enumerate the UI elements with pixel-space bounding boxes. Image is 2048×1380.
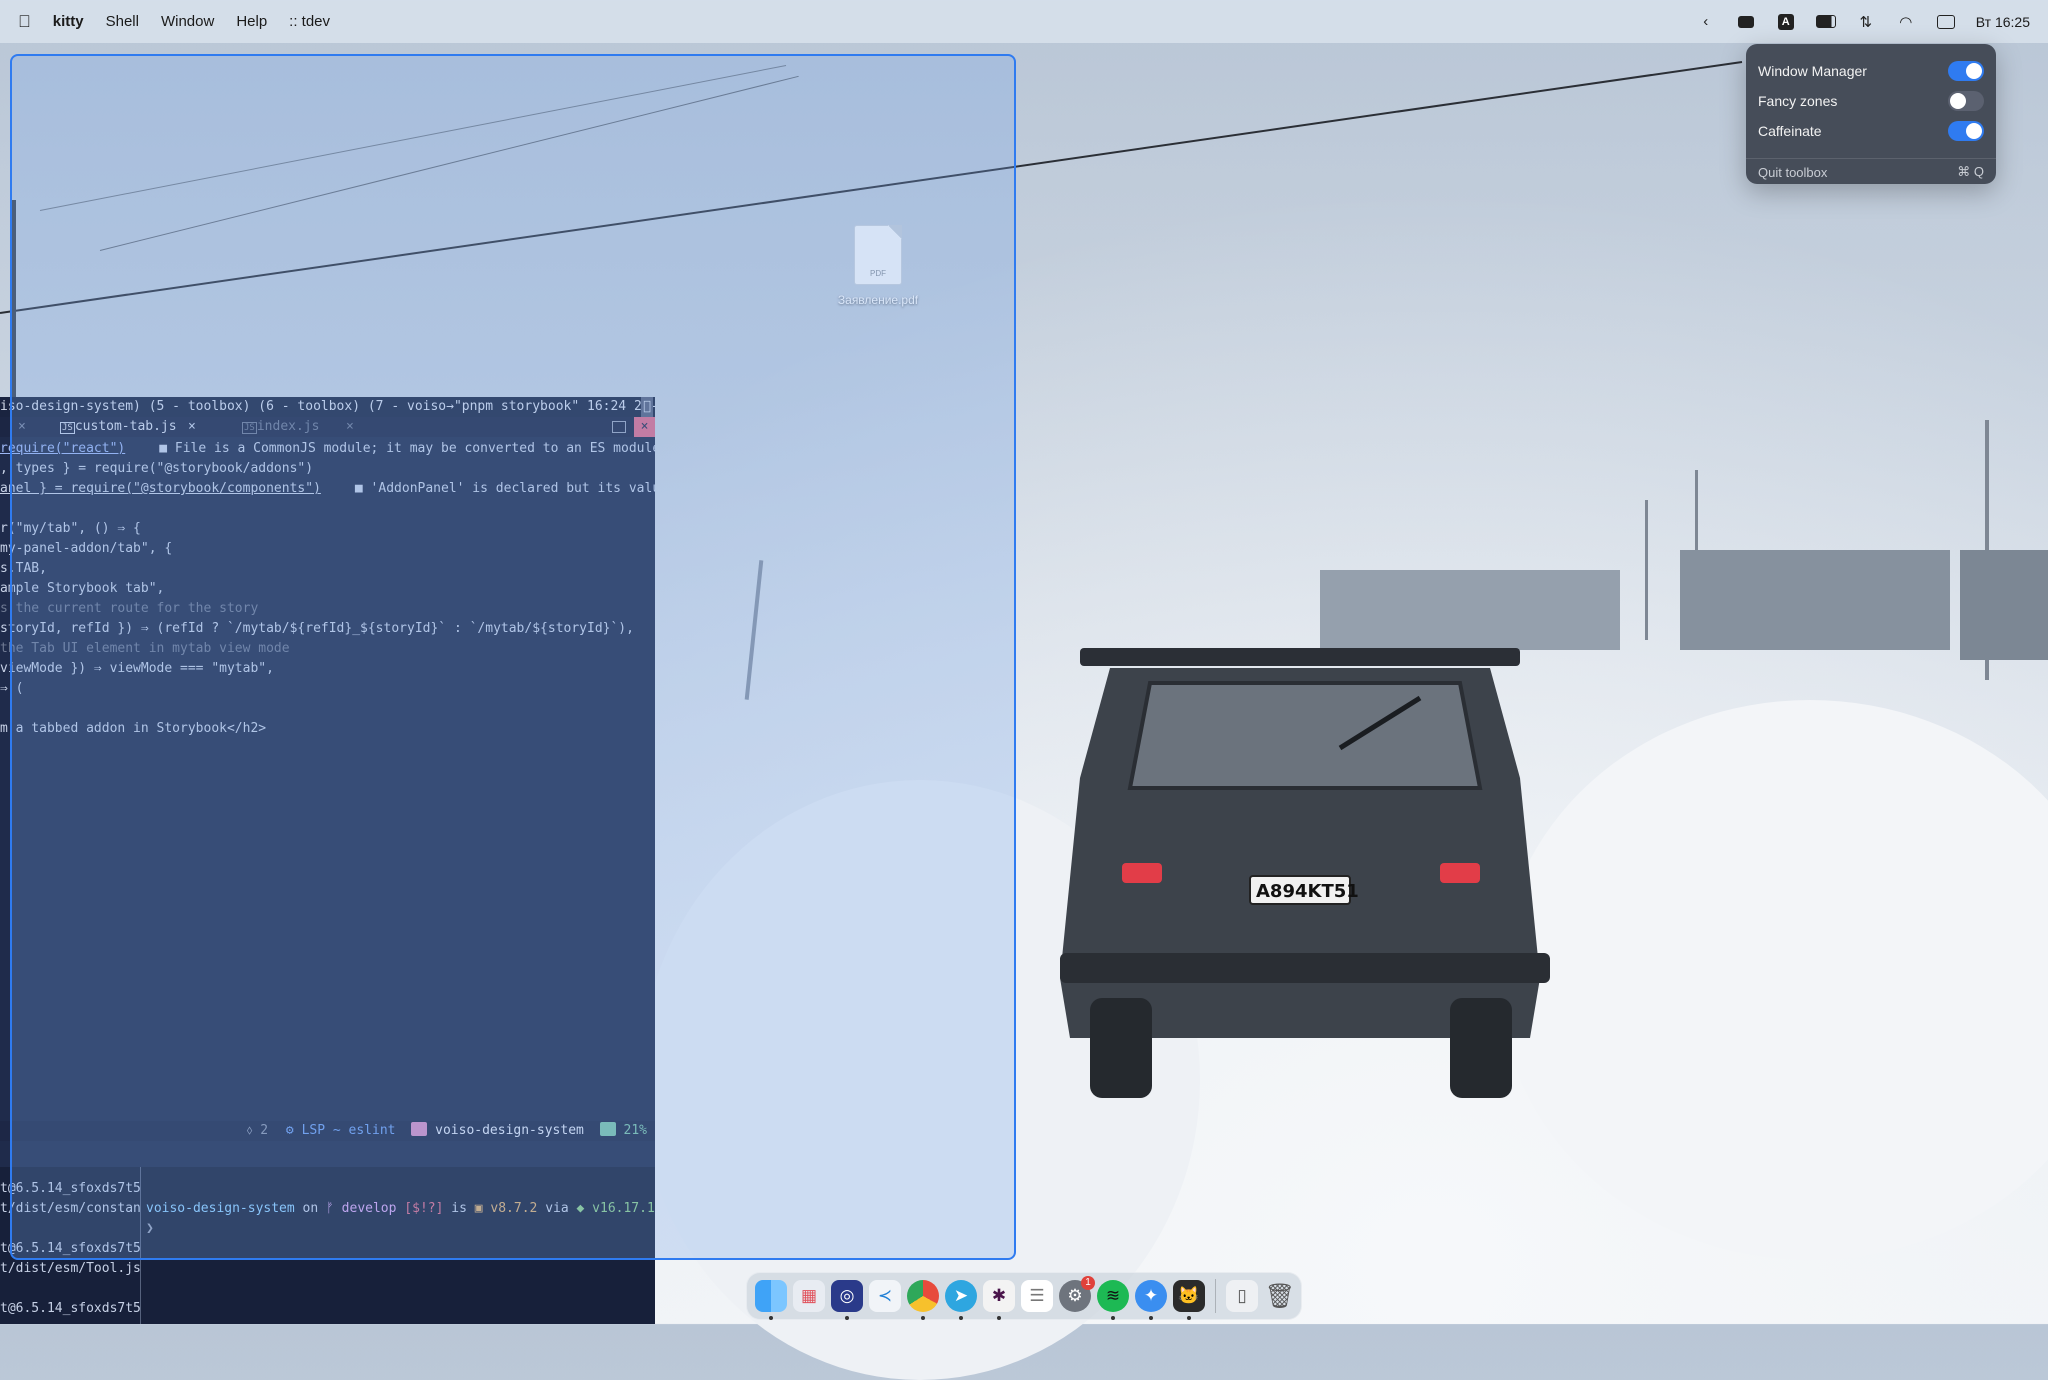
chevron-left-icon[interactable]: ‹	[1696, 12, 1716, 32]
toolbox-menu: Window Manager Fancy zones Caffeinate Qu…	[1746, 44, 1996, 184]
dock-divider	[1215, 1279, 1216, 1313]
apple-menu-icon[interactable]: 	[18, 12, 31, 32]
dock: ▦ ◎ ≺ ➤ ✱ ☰ ⚙ 1 ≋ ✦ 🐱 ▯ 🗑	[746, 1272, 1302, 1320]
control-center-icon[interactable]	[1936, 12, 1956, 32]
menu-window[interactable]: Window	[161, 13, 214, 30]
kitty-icon[interactable]: 🐱	[1173, 1280, 1205, 1320]
slack-icon[interactable]: ✱	[983, 1280, 1015, 1320]
toolbox-item-caffeinate[interactable]: Caffeinate	[1758, 116, 1984, 146]
fancy-zones-toggle[interactable]	[1948, 91, 1984, 111]
svg-text:A894KT51: A894KT51	[1256, 881, 1359, 902]
toolbox-item-fancy-zones[interactable]: Fancy zones	[1758, 86, 1984, 116]
toolbox-item-window-manager[interactable]: Window Manager	[1758, 56, 1984, 86]
reminders-icon[interactable]: ☰	[1021, 1280, 1053, 1312]
document-icon[interactable]: ▯	[1226, 1280, 1258, 1312]
car-photo: A894KT51	[1060, 648, 1550, 1098]
building	[1960, 550, 2048, 660]
toolbox-icon[interactable]	[1736, 12, 1756, 32]
window-manager-drop-zone	[10, 54, 1016, 1260]
street-lamp	[1645, 500, 1648, 640]
finder-icon[interactable]	[755, 1280, 787, 1320]
spotify-icon[interactable]: ≋	[1097, 1280, 1129, 1320]
menu-divider	[1746, 158, 1996, 159]
shortcut-label: ⌘ Q	[1957, 164, 1984, 179]
shell-line: t@6.5.14_sfoxds7t5yd	[0, 1301, 140, 1316]
window-manager-toggle[interactable]	[1948, 61, 1984, 81]
safari-icon[interactable]: ✦	[1135, 1280, 1167, 1320]
menu-app-kitty[interactable]: kitty	[53, 13, 84, 30]
airdrop-icon[interactable]: ⇅	[1856, 12, 1876, 32]
wifi-icon[interactable]: ◠	[1896, 12, 1916, 32]
system-settings-icon[interactable]: ⚙ 1	[1059, 1276, 1095, 1312]
input-source-icon[interactable]: A	[1776, 12, 1796, 32]
quit-toolbox-item[interactable]: Quit toolbox ⌘ Q	[1758, 160, 1984, 184]
menu-bar:  kitty Shell Window Help :: tdev ‹ A ⇅ …	[0, 0, 2048, 43]
trash-icon[interactable]: 🗑	[1264, 1280, 1296, 1312]
menu-session[interactable]: :: tdev	[289, 13, 330, 30]
clock[interactable]: Вт 16:25	[1976, 14, 2030, 30]
menu-shell[interactable]: Shell	[106, 13, 139, 30]
battery-icon[interactable]	[1815, 12, 1836, 32]
telegram-icon[interactable]: ➤	[945, 1280, 977, 1320]
vscode-icon[interactable]: ≺	[869, 1280, 901, 1312]
shell-line: t/dist/esm/Tool.js 1	[0, 1261, 140, 1276]
notification-badge: 1	[1081, 1276, 1095, 1290]
caffeinate-toggle[interactable]	[1948, 121, 1984, 141]
menu-help[interactable]: Help	[236, 13, 267, 30]
chrome-icon[interactable]	[907, 1280, 939, 1320]
building	[1680, 550, 1950, 650]
launchpad-icon[interactable]: ▦	[793, 1280, 825, 1312]
firefox-icon[interactable]: ◎	[831, 1280, 863, 1320]
